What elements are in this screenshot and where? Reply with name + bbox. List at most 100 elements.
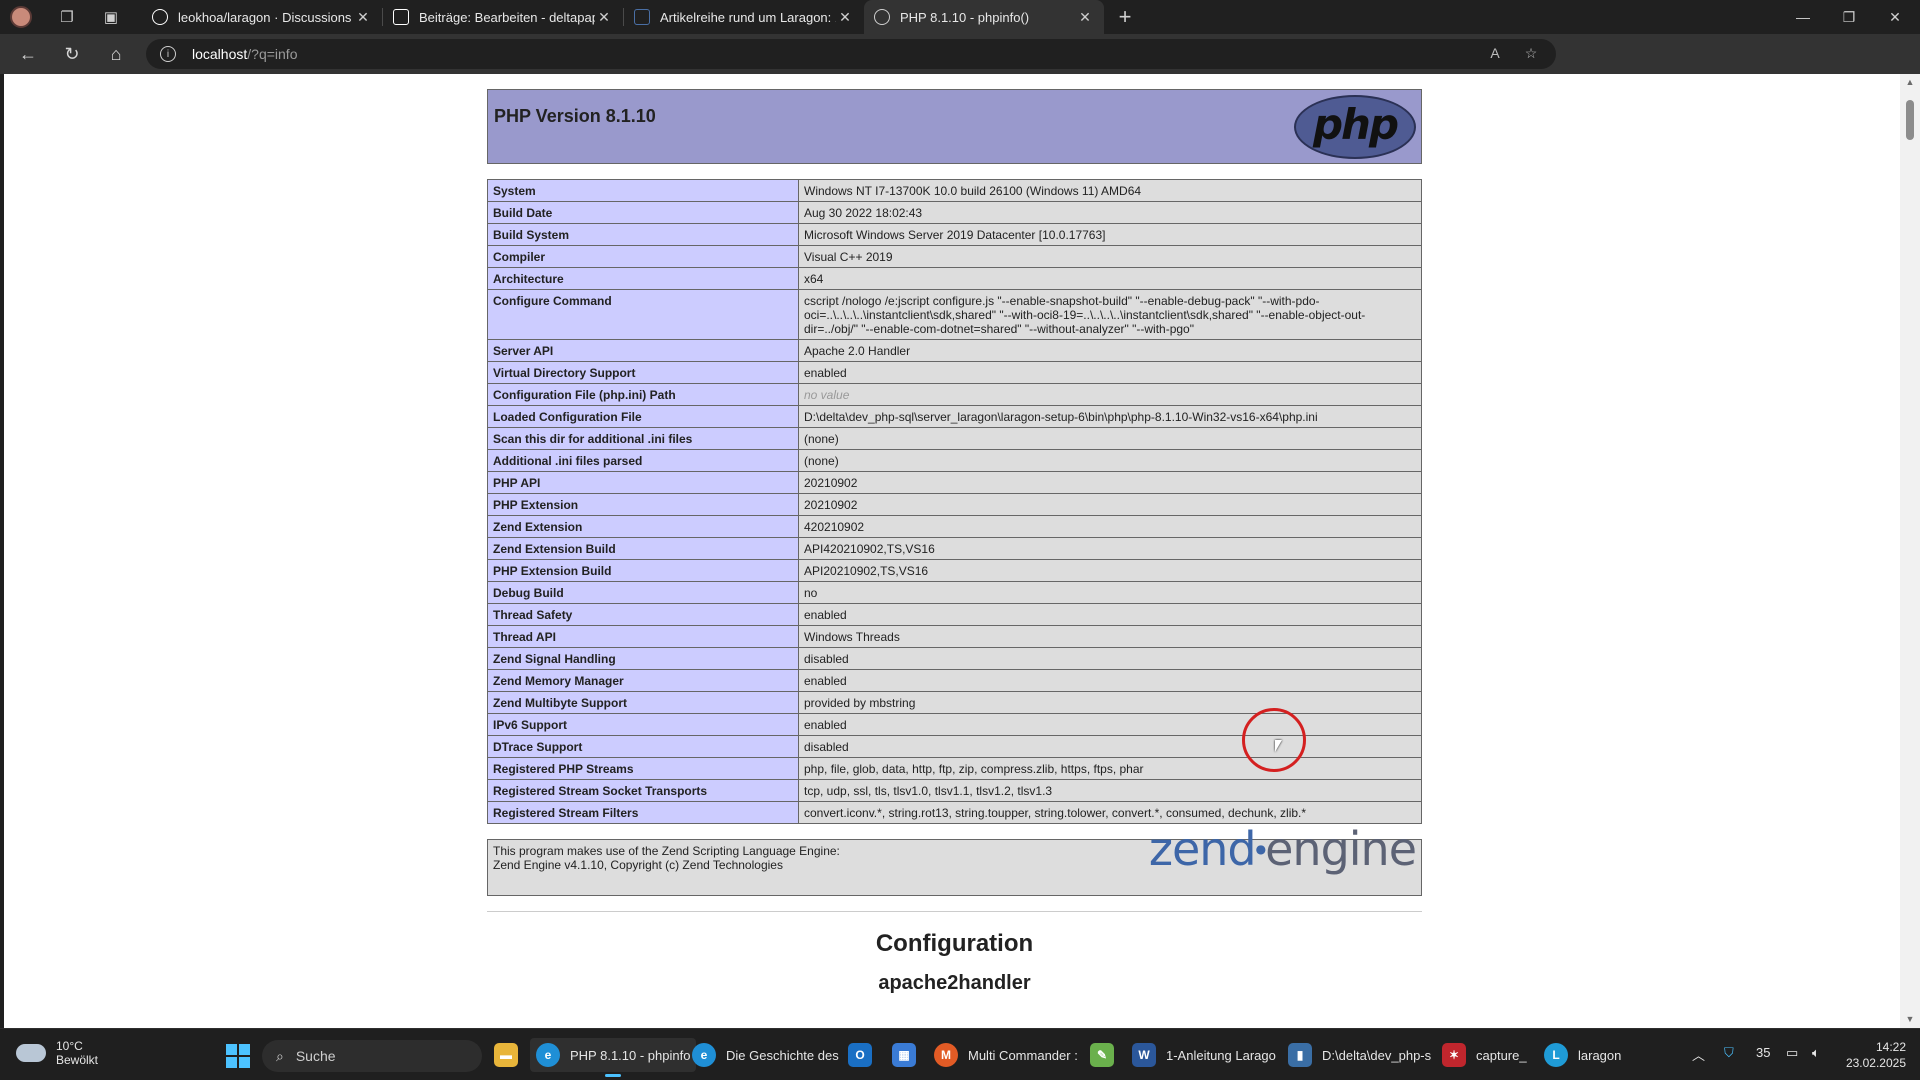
taskbar-app-edge[interactable]: e Die Geschichte des: [686, 1038, 845, 1072]
taskbar: 10°C Bewölkt ⌕ Suche ▬ e PHP 8.1.10 - phpinf…: [0, 1028, 1920, 1080]
taskbar-app-label: laragon: [1578, 1047, 1622, 1063]
taskbar-app-label: Die Geschichte des: [726, 1047, 839, 1063]
taskbar-app-capture[interactable]: ✶ capture_: [1436, 1038, 1533, 1072]
tab-close-icon[interactable]: ✕: [595, 9, 613, 26]
page-scrollbar[interactable]: ▲ ▼: [1900, 74, 1920, 1028]
php-logo[interactable]: php: [1294, 95, 1416, 159]
taskbar-app-multicommander[interactable]: M Multi Commander :: [928, 1038, 1084, 1072]
address-bar[interactable]: i localhost/?q=info A ☆: [146, 39, 1556, 69]
info-value: Windows Threads: [798, 625, 1422, 648]
favorite-star-icon[interactable]: ☆: [1522, 45, 1540, 63]
tab-title: Beiträge: Bearbeiten - deltapapa.c: [419, 9, 595, 25]
info-row: Zend Memory Manager enabled: [487, 669, 1422, 692]
info-key: Build Date: [487, 201, 799, 224]
close-window-button[interactable]: ✕: [1872, 0, 1918, 34]
zend-engine-box: This program makes use of the Zend Scrip…: [487, 826, 1422, 896]
info-row: Zend Extension Build API420210902,TS,VS16: [487, 537, 1422, 560]
tab-close-icon[interactable]: ✕: [354, 9, 372, 26]
back-button[interactable]: ←: [14, 40, 42, 68]
module-heading: apache2handler: [878, 972, 1031, 994]
read-aloud-icon[interactable]: A: [1486, 45, 1504, 63]
taskbar-app-word[interactable]: W 1-Anleitung Larago: [1126, 1038, 1282, 1072]
info-value: enabled: [798, 669, 1422, 692]
taskbar-app-terminal[interactable]: ▮ D:\delta\dev_php-s: [1282, 1038, 1437, 1072]
word-icon: W: [1132, 1043, 1156, 1067]
tab-close-icon[interactable]: ✕: [1076, 9, 1094, 26]
info-row: Additional .ini files parsed (none): [487, 449, 1422, 472]
search-placeholder: Suche: [295, 1048, 336, 1064]
edge-icon: e: [692, 1043, 716, 1067]
info-value: Apache 2.0 Handler: [798, 339, 1422, 362]
info-value: 20210902: [798, 471, 1422, 494]
vertical-tabs-icon[interactable]: ▣: [100, 6, 122, 28]
site-info-icon[interactable]: i: [160, 46, 176, 62]
info-row: Architecture x64: [487, 267, 1422, 290]
tab-4[interactable]: PHP 8.1.10 - phpinfo() ✕: [864, 0, 1104, 34]
store-icon: ▦: [892, 1043, 916, 1067]
taskbar-app-notepad[interactable]: ✎: [1084, 1038, 1120, 1072]
home-button[interactable]: ⌂: [102, 40, 130, 68]
info-value: tcp, udp, ssl, tls, tlsv1.0, tlsv1.1, tl…: [798, 779, 1422, 802]
weather-widget[interactable]: 10°C Bewölkt: [16, 1039, 98, 1067]
info-row: Build Date Aug 30 2022 18:02:43: [487, 201, 1422, 224]
url-path: /?q=info: [247, 46, 298, 62]
network-icon[interactable]: ▭: [1786, 1045, 1798, 1061]
tray-number[interactable]: 35: [1756, 1045, 1770, 1060]
github-icon: [152, 9, 168, 25]
info-row: Loaded Configuration File D:\delta\dev_ph…: [487, 405, 1422, 428]
scroll-up-arrow-icon[interactable]: ▲: [1905, 77, 1915, 87]
info-value: no: [798, 581, 1422, 604]
info-value: 20210902: [798, 493, 1422, 516]
taskbar-app-explorer[interactable]: ▬: [488, 1038, 524, 1072]
info-key: Additional .ini files parsed: [487, 449, 799, 472]
info-key: PHP Extension: [487, 493, 799, 516]
info-row: Debug Build no: [487, 581, 1422, 604]
minimize-button[interactable]: —: [1780, 0, 1826, 34]
scroll-thumb[interactable]: [1906, 100, 1914, 140]
click-indicator: [1242, 708, 1306, 772]
info-key: Zend Signal Handling: [487, 647, 799, 670]
zend-engine-logo[interactable]: zend●engine: [1149, 826, 1417, 872]
taskbar-app-label: D:\delta\dev_php-s: [1322, 1047, 1432, 1063]
weather-desc: Bewölkt: [56, 1053, 99, 1067]
taskbar-app-outlook[interactable]: O: [842, 1038, 878, 1072]
info-value: x64: [798, 267, 1422, 290]
tab-close-icon[interactable]: ✕: [836, 9, 854, 26]
search-icon: ⌕: [276, 1047, 284, 1064]
workspaces-icon[interactable]: ❐: [56, 6, 78, 28]
tab-strip: ❐ ▣ leokhoa/laragon · Discussions · Gi✕B…: [0, 0, 1920, 34]
profile-avatar[interactable]: [10, 6, 32, 28]
new-tab-button[interactable]: +: [1112, 4, 1138, 30]
taskbar-app-store[interactable]: ▦: [886, 1038, 922, 1072]
info-row: System Windows NT I7-13700K 10.0 build 26…: [487, 179, 1422, 202]
tab-1[interactable]: leokhoa/laragon · Discussions · Gi✕: [142, 0, 382, 34]
taskbar-app-edge[interactable]: e PHP 8.1.10 - phpinfo: [530, 1038, 697, 1077]
windows-start-icon[interactable]: [226, 1044, 250, 1068]
info-key: Registered PHP Streams: [487, 757, 799, 780]
info-row: Thread Safety enabled: [487, 603, 1422, 626]
tray-chevron-icon[interactable]: ︿: [1692, 1045, 1705, 1064]
tab-3[interactable]: Artikelreihe rund um Laragon: 1 - ✕: [624, 0, 864, 34]
multicommander-icon: M: [934, 1043, 958, 1067]
info-value: Microsoft Windows Server 2019 Datacenter…: [798, 223, 1422, 246]
info-key: Configure Command: [487, 289, 799, 340]
tab-2[interactable]: Beiträge: Bearbeiten - deltapapa.c✕: [383, 0, 623, 34]
info-row: PHP Extension 20210902: [487, 493, 1422, 516]
taskbar-search[interactable]: ⌕ Suche: [262, 1040, 482, 1072]
scroll-down-arrow-icon[interactable]: ▼: [1905, 1014, 1915, 1024]
toolbar: ← ↻ ⌂ i localhost/?q=info A ☆ ⬟ ■ ⛉ ✣ ☆ …: [0, 34, 1920, 97]
volume-icon[interactable]: 🔈︎: [1812, 1045, 1820, 1061]
globe-icon: [874, 9, 890, 25]
zend-logo-part-a: zend: [1148, 822, 1257, 876]
info-key: System: [487, 179, 799, 202]
taskbar-app-label: 1-Anleitung Larago: [1166, 1047, 1276, 1063]
restore-button[interactable]: ❐: [1826, 0, 1872, 34]
reload-button[interactable]: ↻: [58, 40, 86, 68]
defender-tray-icon[interactable]: ⛉: [1724, 1045, 1734, 1061]
info-row: Zend Signal Handling disabled: [487, 647, 1422, 670]
taskbar-app-label: PHP 8.1.10 - phpinfo: [570, 1047, 691, 1063]
taskbar-app-laragon[interactable]: Llaragon: [1538, 1038, 1627, 1072]
weather-temp: 10°C: [56, 1039, 83, 1053]
capture-icon: ✶: [1442, 1043, 1466, 1067]
system-clock[interactable]: 14:22 23.02.2025: [1846, 1039, 1906, 1071]
